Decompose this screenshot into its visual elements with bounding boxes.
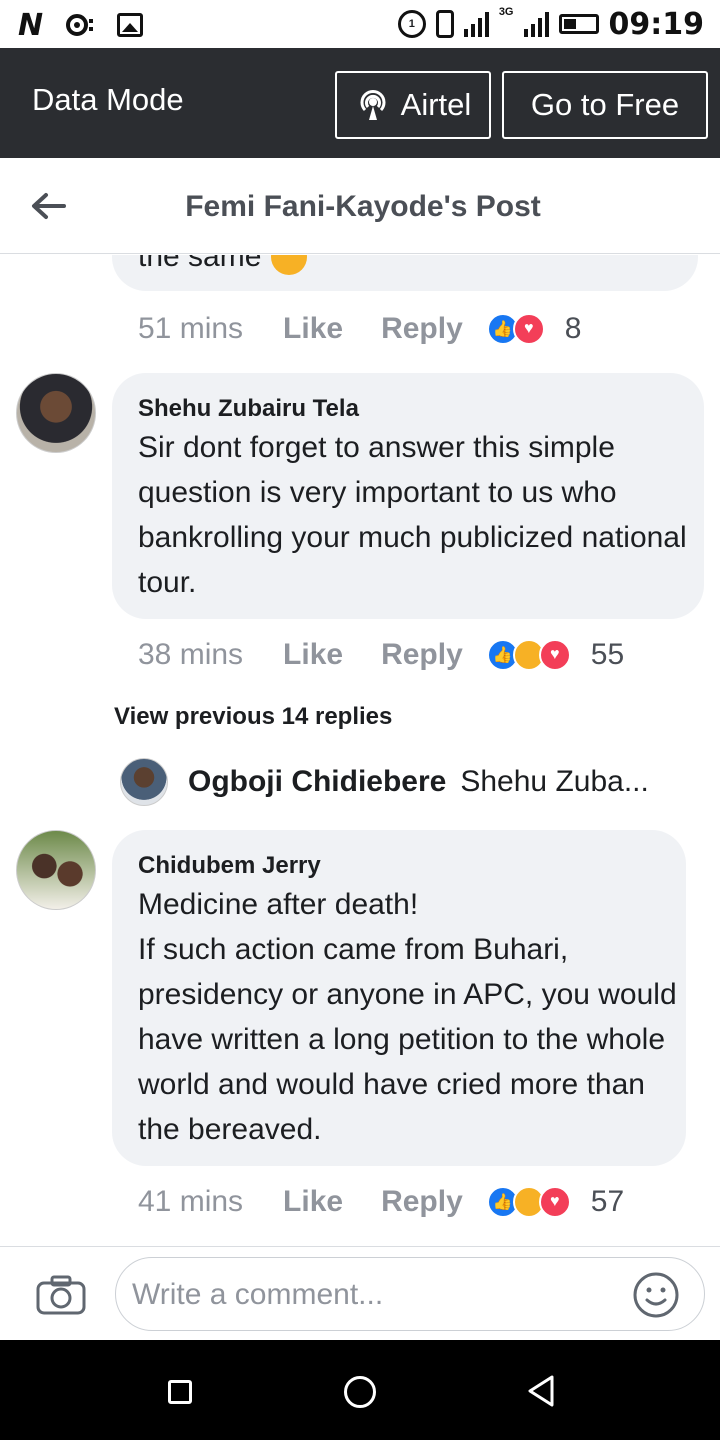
reaction-count: 57	[590, 1185, 625, 1218]
comment-time: 41 mins	[138, 1185, 244, 1218]
reply-preview[interactable]: Ogboji Chidiebere Shehu Zuba...	[120, 757, 700, 807]
comment-text: the same	[138, 255, 262, 273]
reply-snippet: Shehu Zuba...	[460, 765, 649, 798]
network-type: 3G	[498, 6, 514, 18]
comment-time: 51 mins	[138, 312, 244, 345]
emoji-icon[interactable]	[632, 1271, 680, 1319]
carrier-logo: N	[18, 7, 44, 43]
comment-meta: 51 mins Like Reply 👍 ♥ 8	[138, 309, 581, 349]
reactions[interactable]: 👍 ♥	[486, 639, 571, 671]
comment-meta: 41 mins Like Reply 👍 ♥ 57	[138, 1182, 624, 1222]
data-saver-icon: 1	[397, 10, 426, 38]
comment-feed[interactable]: the same 51 mins Like Reply 👍 ♥ 8 Shehu …	[0, 255, 720, 1245]
like-button[interactable]: Like	[283, 312, 343, 346]
reply-author[interactable]: Ogboji Chidiebere	[188, 765, 446, 799]
airtel-label: Airtel	[400, 87, 472, 122]
recents-icon[interactable]	[168, 1380, 192, 1404]
status-right-icons: 1 3G 09:19	[397, 6, 705, 42]
comment-text: Sir dont forget to answer this simple qu…	[138, 431, 687, 599]
go-to-free-button[interactable]: Go to Free	[502, 71, 708, 139]
reaction-count: 8	[564, 312, 582, 345]
data-mode-title: Data Mode	[32, 82, 184, 117]
back-triangle-icon[interactable]	[526, 1374, 556, 1408]
avatar[interactable]	[120, 758, 168, 806]
reply-button[interactable]: Reply	[381, 638, 463, 672]
comment-bubble: the same	[112, 255, 698, 291]
love-reaction-icon: ♥	[538, 1186, 571, 1218]
comment-composer: Write a comment...	[0, 1246, 720, 1340]
battery-icon	[558, 14, 599, 34]
like-button[interactable]: Like	[283, 1185, 343, 1219]
comment-meta: 38 mins Like Reply 👍 ♥ 55	[138, 635, 624, 675]
signal-icon	[463, 11, 489, 37]
comment-time: 38 mins	[138, 638, 244, 671]
view-previous-replies-link[interactable]: View previous 14 replies	[114, 703, 392, 731]
comment-author[interactable]: Chidubem Jerry	[138, 852, 321, 880]
clock: 09:19	[608, 6, 705, 42]
reply-button[interactable]: Reply	[381, 1185, 463, 1219]
signal-icon-2	[523, 11, 549, 37]
comment-text: Medicine after death! If such action cam…	[138, 888, 677, 1146]
data-mode-bar: Data Mode Airtel Go to Free	[0, 48, 720, 158]
comment-input[interactable]: Write a comment...	[115, 1257, 705, 1331]
avatar[interactable]	[16, 830, 96, 910]
airtel-button[interactable]: Airtel	[335, 71, 491, 139]
love-reaction-icon: ♥	[538, 639, 571, 671]
page-title: Femi Fani-Kayode's Post	[185, 190, 541, 223]
status-bar: N 1 3G 09:19	[0, 0, 720, 48]
broadcast-icon	[360, 90, 386, 120]
reply-button[interactable]: Reply	[381, 312, 463, 346]
love-reaction-icon: ♥	[512, 313, 545, 345]
like-button[interactable]: Like	[283, 638, 343, 672]
notification-icon	[66, 14, 94, 36]
smile-emoji-icon	[271, 255, 308, 275]
avatar[interactable]	[16, 373, 96, 453]
status-left-icons: N	[18, 7, 144, 43]
post-header: Femi Fani-Kayode's Post	[0, 158, 720, 254]
reactions[interactable]: 👍 ♥	[486, 313, 545, 345]
camera-icon[interactable]	[36, 1275, 86, 1315]
vibrate-icon	[435, 10, 454, 38]
system-nav-bar	[0, 1340, 720, 1440]
comment-bubble: Shehu Zubairu Tela Sir dont forget to an…	[112, 373, 704, 619]
home-icon[interactable]	[344, 1376, 376, 1408]
comment-author[interactable]: Shehu Zubairu Tela	[138, 395, 359, 423]
comment-placeholder: Write a comment...	[132, 1278, 384, 1311]
reaction-count: 55	[590, 638, 625, 671]
reactions[interactable]: 👍 ♥	[486, 1186, 571, 1218]
image-icon	[117, 13, 144, 37]
comment-bubble: Chidubem Jerry Medicine after death! If …	[112, 830, 686, 1166]
